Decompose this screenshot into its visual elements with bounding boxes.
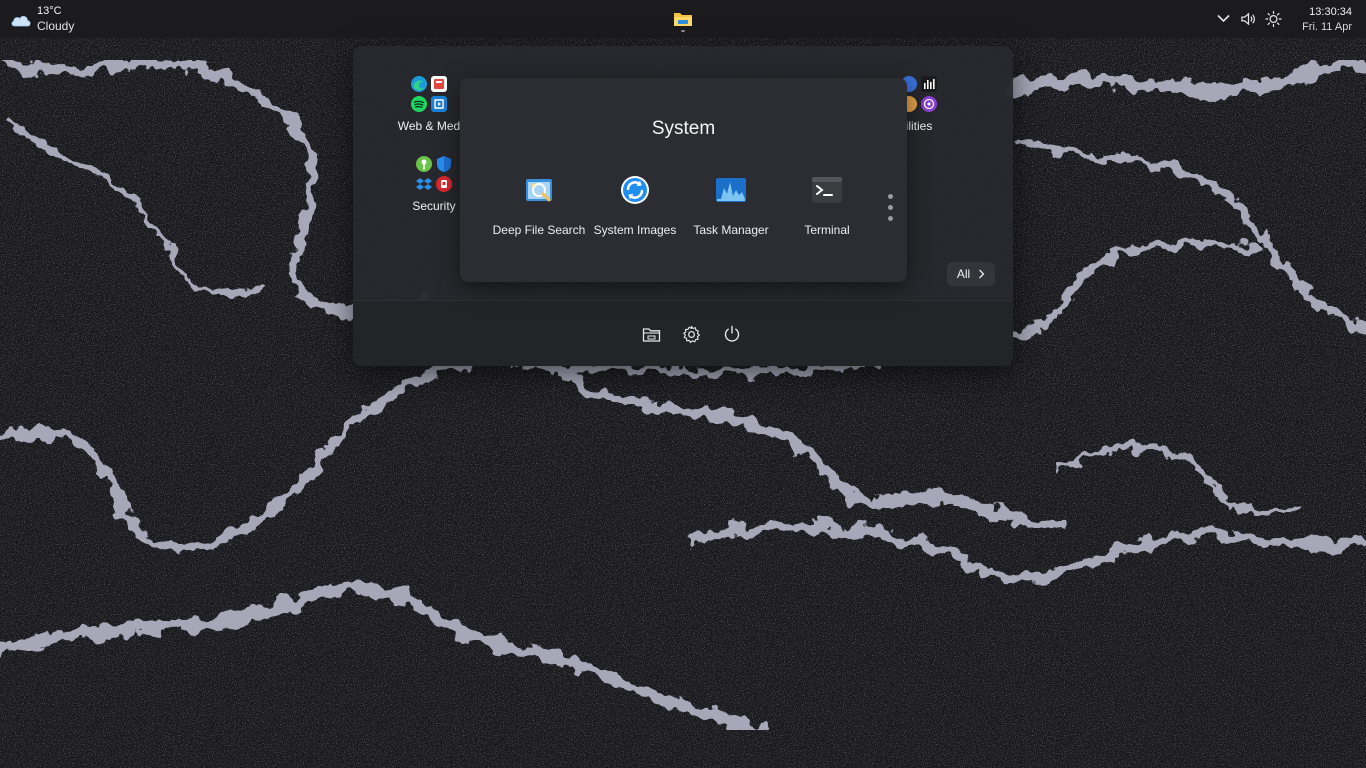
app-name: System Images [593,223,677,237]
terminal-icon [812,177,842,203]
app-name: Deep File Search [492,223,586,237]
weather-condition: Cloudy [37,19,75,33]
settings-button[interactable] [678,321,704,347]
power-icon [724,325,740,342]
group-icon-grid [410,75,448,113]
volume-icon[interactable] [1240,10,1257,27]
clock-date: Fri. 11 Apr [1302,21,1352,33]
running-indicator [681,30,685,32]
weather-widget[interactable]: 13°C Cloudy [10,4,74,34]
audio-meter-icon [920,75,938,93]
spotify-icon [410,95,428,113]
file-explorer-icon [674,13,692,26]
system-folder-popup: System Deep File Search System Images Ta… [460,78,907,282]
cloud-icon [11,15,31,27]
app-name: Task Manager [693,223,769,237]
start-footer [353,300,1013,366]
page-dot [888,216,893,221]
power-button[interactable] [719,321,745,347]
clock-time: 13:30:34 [1309,6,1352,18]
antivirus-icon [435,175,453,193]
group-icon-grid [415,155,453,193]
system-tray [1215,10,1282,27]
app-terminal[interactable]: Terminal [779,174,875,237]
settings-icon [682,325,700,343]
all-apps-label: All [956,267,971,281]
file-explorer-taskbar-button[interactable] [672,9,694,32]
astro-icon [920,95,938,113]
top-bar: 13°C Cloudy 13:30:34 Fri. 11 Apr [0,0,1366,38]
edge-icon [410,75,428,93]
app-deep-file-search[interactable]: Deep File Search [491,174,587,237]
app-task-manager[interactable]: Task Manager [683,174,779,237]
news-icon [430,75,448,93]
file-manager-icon [642,327,660,342]
shield-icon [435,155,453,173]
more-apps-indicator[interactable] [888,194,894,227]
page-dot [888,194,893,199]
app-system-images[interactable]: System Images [587,174,683,237]
task-manager-icon [716,178,746,202]
weather-temperature: 13°C [37,5,62,17]
system-images-icon [621,176,649,204]
deep-file-search-icon [526,179,552,202]
group-label: Web & Med [397,119,461,133]
clock[interactable]: 13:30:34 Fri. 11 Apr [1302,5,1352,35]
chevron-right-icon [979,269,985,279]
page-dot [888,205,893,210]
dropbox-icon [415,175,433,193]
app-group-web-media[interactable]: Web & Med [391,75,467,133]
all-apps-button[interactable]: All [947,262,995,286]
key-icon [415,155,433,173]
file-manager-button[interactable] [638,321,664,347]
brightness-icon[interactable] [1265,10,1282,27]
folder-title: System [651,118,716,139]
chevron-down-icon[interactable] [1215,10,1232,27]
app-name: Terminal [804,223,850,237]
media-player-icon [430,95,448,113]
